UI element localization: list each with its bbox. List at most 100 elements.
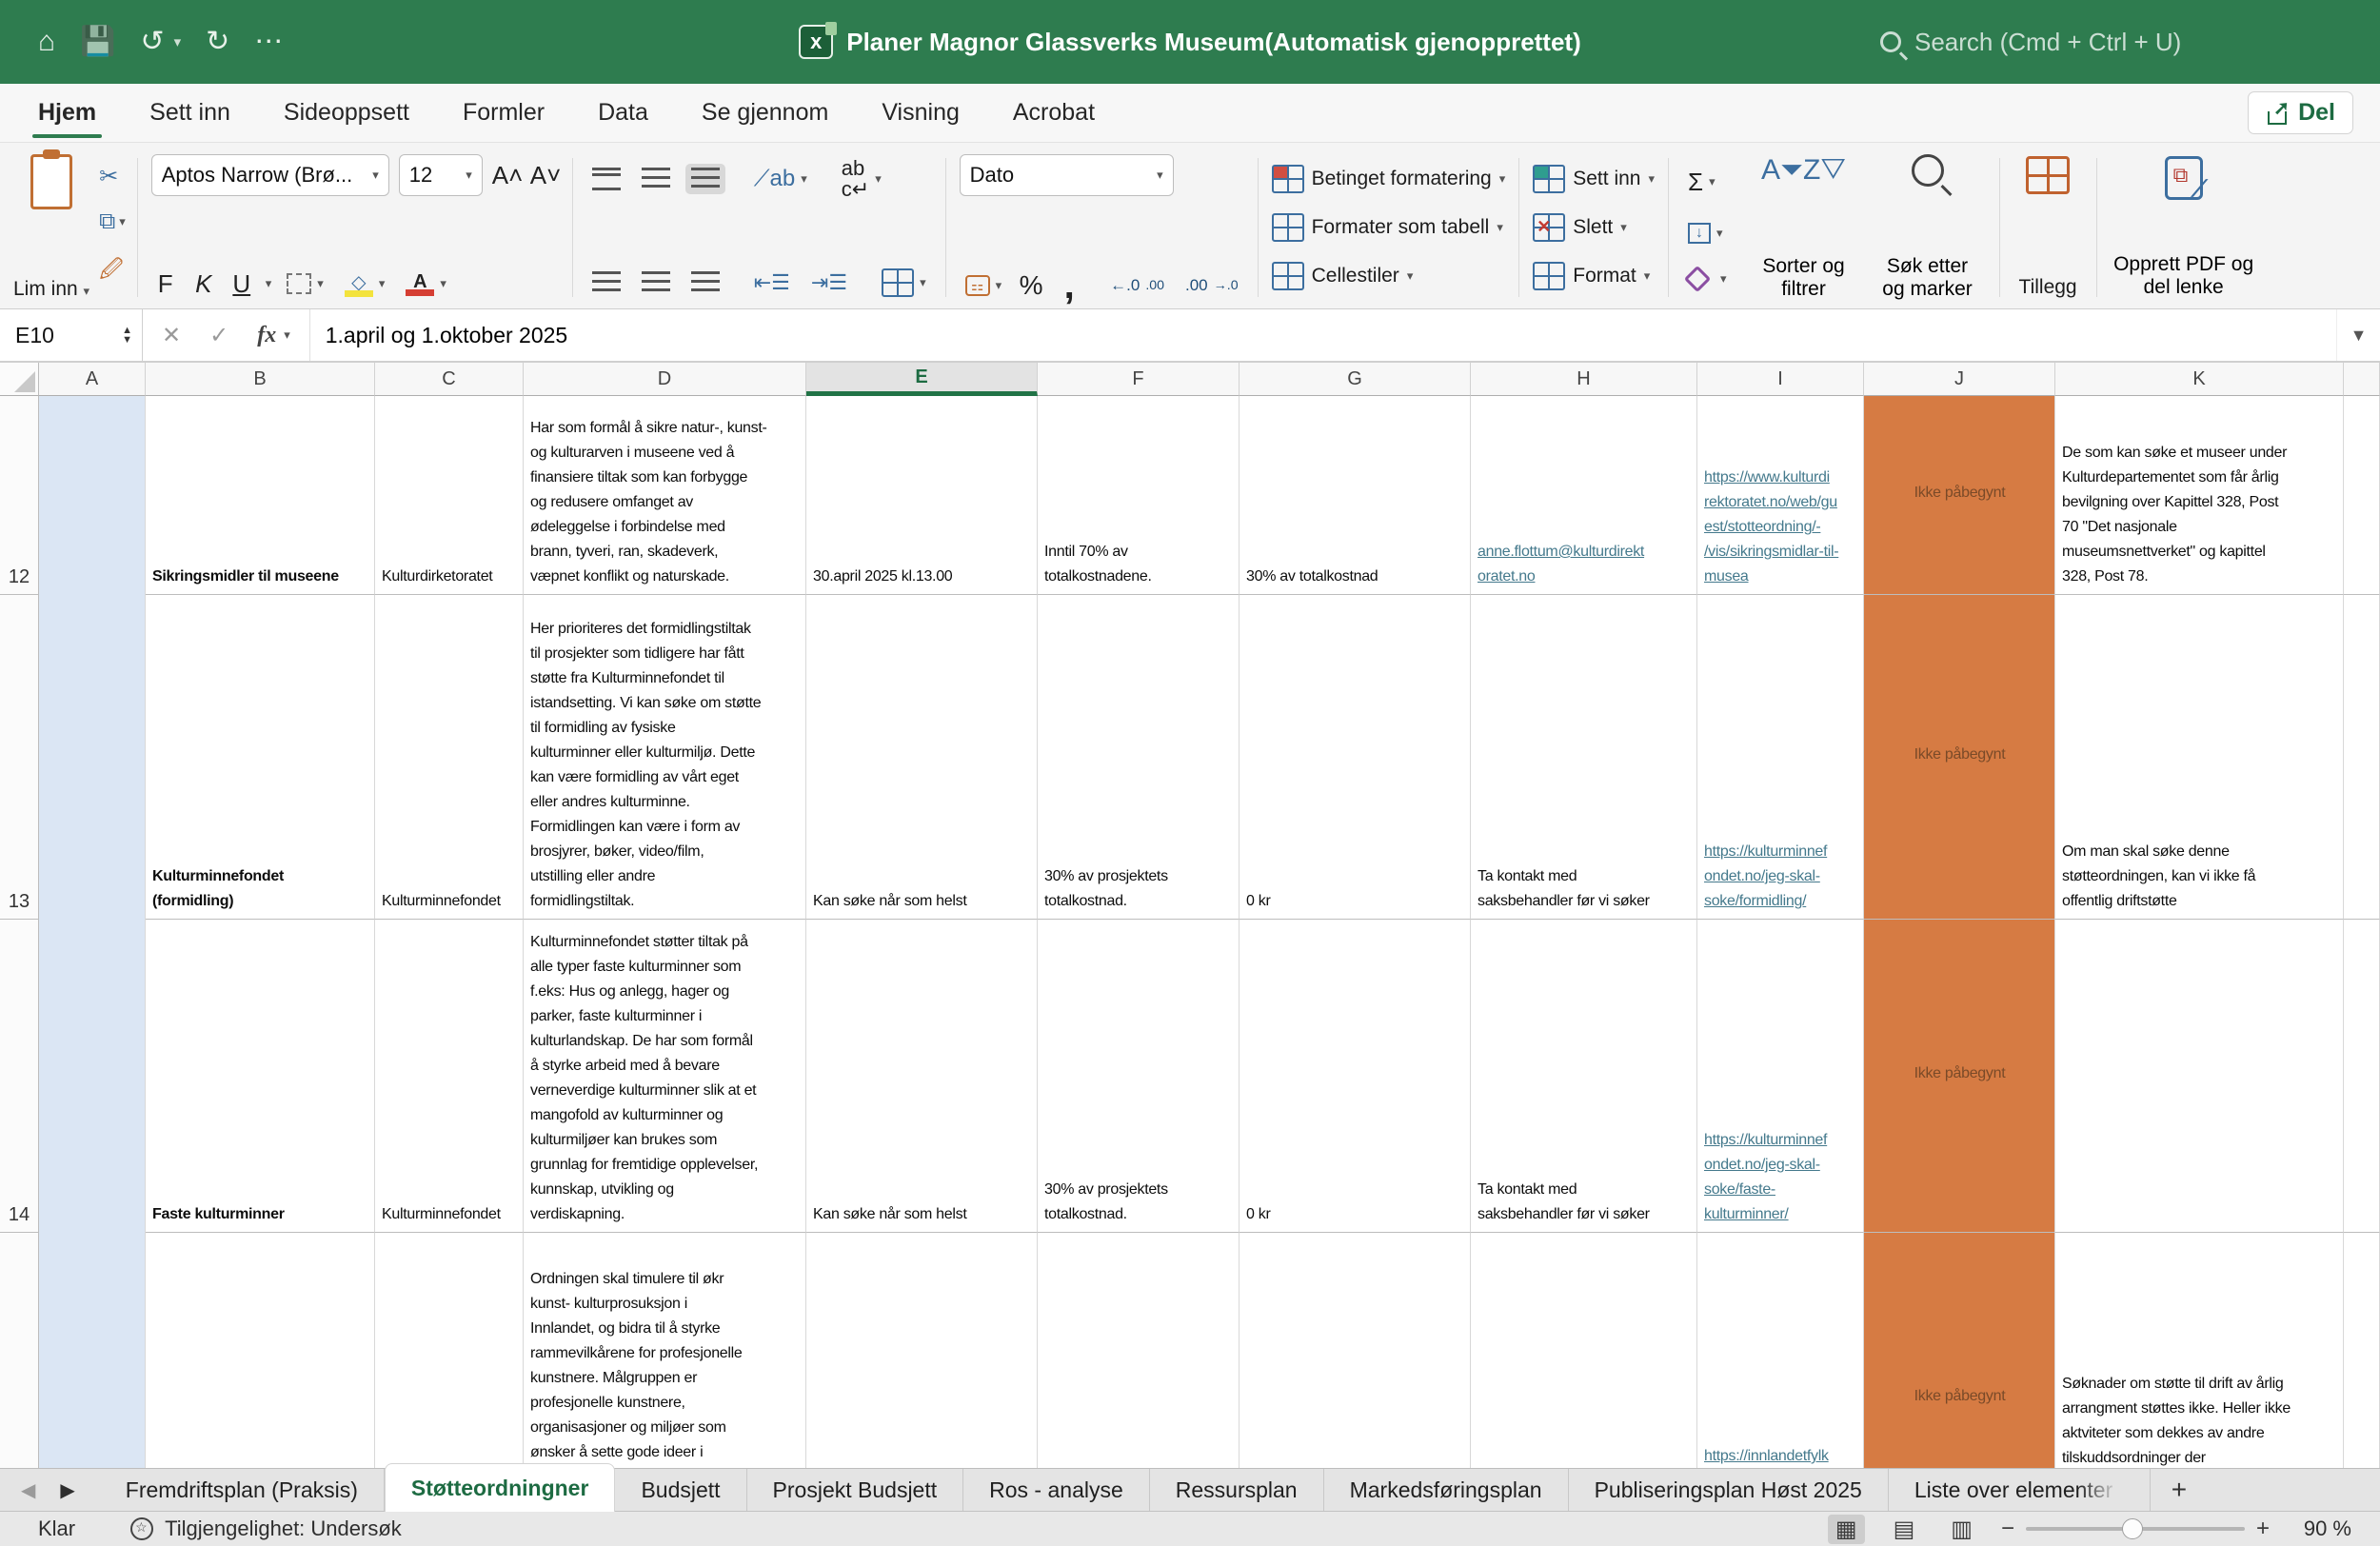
sheet-tab-stotteordningner[interactable]: Støtteordningner (384, 1463, 616, 1512)
column-header-b[interactable]: B (146, 363, 375, 396)
column-header-i[interactable]: I (1697, 363, 1864, 396)
formula-bar-expand-icon[interactable]: ▼ (2336, 309, 2380, 361)
cell-h13[interactable]: Ta kontakt med saksbehandler før vi søke… (1471, 595, 1697, 920)
undo-dropdown-icon[interactable]: ▾ (174, 33, 182, 50)
cell-e14[interactable]: Kan søke når som helst (806, 920, 1038, 1233)
save-icon[interactable]: 💾 (80, 28, 115, 56)
align-bottom-button[interactable] (684, 164, 725, 194)
cell-a13[interactable] (39, 595, 146, 920)
autosum-button[interactable]: Σ ▾ (1682, 164, 1721, 201)
cell-f13[interactable]: 30% av prosjektets totalkostnad. (1038, 595, 1240, 920)
tab-se-gjennom[interactable]: Se gjennom (700, 89, 830, 136)
find-select-button[interactable]: Søk etter og marker (1870, 154, 1986, 301)
addins-button[interactable]: Tillegg (2002, 152, 2094, 303)
cell-styles-button[interactable]: Cellestiler ▾ (1271, 262, 1506, 291)
column-header-k[interactable]: K (2055, 363, 2344, 396)
chevron-down-icon[interactable]: ▾ (266, 276, 272, 291)
more-actions-icon[interactable]: ⋯ (254, 28, 283, 56)
cell-a12[interactable] (39, 396, 146, 595)
cell-h15[interactable] (1471, 1233, 1697, 1468)
sheet-tab-ressursplan[interactable]: Ressursplan (1150, 1469, 1324, 1511)
share-button[interactable]: Del (2248, 91, 2353, 134)
tab-acrobat[interactable]: Acrobat (1011, 89, 1097, 136)
sort-filter-button[interactable]: A⏷Z▽ Sorter og filtrer (1755, 154, 1853, 301)
tab-visning[interactable]: Visning (880, 89, 962, 136)
cancel-icon[interactable]: ✕ (162, 322, 181, 349)
cell-i12-url-link[interactable]: https://www.kulturdi rektoratet.no/web/g… (1697, 396, 1864, 595)
page-layout-view-icon[interactable]: ▤ (1886, 1515, 1923, 1544)
cell-j15-status-badge[interactable]: Ikke påbegynt (1864, 1233, 2055, 1468)
enter-icon[interactable]: ✓ (209, 322, 228, 349)
cell-f14[interactable]: 30% av prosjektets totalkostnad. (1038, 920, 1240, 1233)
cell-f12[interactable]: Inntil 70% av totalkostnadene. (1038, 396, 1240, 595)
cell-a14[interactable] (39, 920, 146, 1233)
align-left-button[interactable] (586, 268, 626, 298)
row-header-14[interactable]: 14 (0, 920, 39, 1233)
sheet-tab-publiseringsplan[interactable]: Publiseringsplan Høst 2025 (1569, 1469, 1889, 1511)
cell-d13[interactable]: Her prioriteres det formidlingstiltak ti… (524, 595, 806, 920)
format-painter-button[interactable]: 🖉 (99, 253, 126, 292)
column-header-h[interactable]: H (1471, 363, 1697, 396)
name-box-spinner[interactable]: ▲ ▼ (122, 326, 132, 346)
decrease-font-button[interactable]: A˅ (530, 161, 562, 190)
comma-button[interactable]: , (1055, 267, 1083, 305)
create-pdf-button[interactable]: Opprett PDF og del lenke (2099, 152, 2269, 303)
tab-scroll-left-icon[interactable]: ◀ (21, 1478, 35, 1502)
cell-c13[interactable]: Kulturminnefondet (375, 595, 524, 920)
cell-f15[interactable] (1038, 1233, 1240, 1468)
number-format-select[interactable]: Dato ▾ (959, 154, 1174, 196)
sheet-tab-prosjekt-budsjett[interactable]: Prosjekt Budsjett (747, 1469, 964, 1511)
column-header-a[interactable]: A (39, 363, 146, 396)
currency-button[interactable]: ⚏ ▾ (960, 271, 1008, 300)
cell-c14[interactable]: Kulturminnefondet (375, 920, 524, 1233)
cell-j14-status-badge[interactable]: Ikke påbegynt (1864, 920, 2055, 1233)
tab-formler[interactable]: Formler (461, 89, 546, 136)
cell-k13[interactable]: Om man skal søke denne støtteordningen, … (2055, 595, 2344, 920)
zoom-out-button[interactable]: − (2001, 1516, 2014, 1542)
sheet-tab-liste-over-elementer[interactable]: Liste over elementer i (1889, 1469, 2151, 1511)
paste-button[interactable]: Lim inn ▾ (13, 149, 89, 301)
undo-icon[interactable]: ↺ (140, 28, 164, 56)
delete-cells-button[interactable]: Slett ▾ (1533, 212, 1655, 242)
accessibility-status[interactable]: Tilgjengelighet: Undersøk (75, 1516, 402, 1541)
sheet-tab-markedsforingsplan[interactable]: Markedsføringsplan (1324, 1469, 1569, 1511)
cell-b15[interactable] (146, 1233, 375, 1468)
column-header-c[interactable]: C (375, 363, 524, 396)
merge-center-button[interactable]: ▾ (876, 265, 932, 301)
insert-cells-button[interactable]: Sett inn ▾ (1533, 164, 1655, 193)
sheet-tab-fremdriftsplan[interactable]: Fremdriftsplan (Praksis) (100, 1469, 385, 1511)
cell-h14[interactable]: Ta kontakt med saksbehandler før vi søke… (1471, 920, 1697, 1233)
fill-color-button[interactable]: ◇ ▾ (339, 267, 391, 301)
name-box[interactable]: E10 ▲ ▼ (0, 309, 143, 361)
cell-l12[interactable] (2344, 396, 2380, 595)
decrease-indent-button[interactable]: ⇤☰ (748, 268, 796, 297)
cell-d12[interactable]: Har som formål å sikre natur-, kunst- og… (524, 396, 806, 595)
font-name-select[interactable]: Aptos Narrow (Brø... ▾ (150, 154, 389, 196)
normal-view-icon[interactable]: ▦ (1827, 1514, 1865, 1544)
zoom-slider-knob[interactable] (2122, 1518, 2144, 1539)
zoom-slider[interactable]: − + (2001, 1516, 2270, 1542)
align-top-button[interactable] (586, 164, 626, 194)
redo-icon[interactable]: ↻ (206, 28, 229, 56)
format-as-table-button[interactable]: Formater som tabell ▾ (1271, 212, 1506, 242)
orientation-button[interactable]: ⟋ab ▾ (748, 164, 813, 194)
page-break-view-icon[interactable]: ▥ (1943, 1515, 1980, 1544)
fill-button[interactable]: ↓ ▾ (1682, 219, 1729, 248)
column-header-j[interactable]: J (1864, 363, 2055, 396)
select-all-corner[interactable] (0, 363, 39, 396)
cell-l13[interactable] (2344, 595, 2380, 920)
align-middle-button[interactable] (636, 164, 676, 194)
cell-e13[interactable]: Kan søke når som helst (806, 595, 1038, 920)
cell-e12[interactable]: 30.april 2025 kl.13.00 (806, 396, 1038, 595)
cell-d15[interactable]: Ordningen skal timulere til økr kunst- k… (524, 1233, 806, 1468)
chevron-down-icon[interactable]: ▾ (284, 327, 290, 343)
underline-button[interactable]: U (228, 269, 256, 299)
format-cells-button[interactable]: Format ▾ (1533, 262, 1655, 291)
copy-button[interactable]: ⧉ ▾ (99, 208, 126, 235)
insert-function-icon[interactable]: fx (257, 323, 276, 348)
tab-scroll-right-icon[interactable]: ▶ (60, 1478, 74, 1502)
cell-g13[interactable]: 0 kr (1240, 595, 1471, 920)
column-header-partial[interactable] (2344, 363, 2380, 396)
cell-b13[interactable]: Kulturminnefondet (formidling) (146, 595, 375, 920)
cut-button[interactable]: ✂ (99, 163, 126, 190)
